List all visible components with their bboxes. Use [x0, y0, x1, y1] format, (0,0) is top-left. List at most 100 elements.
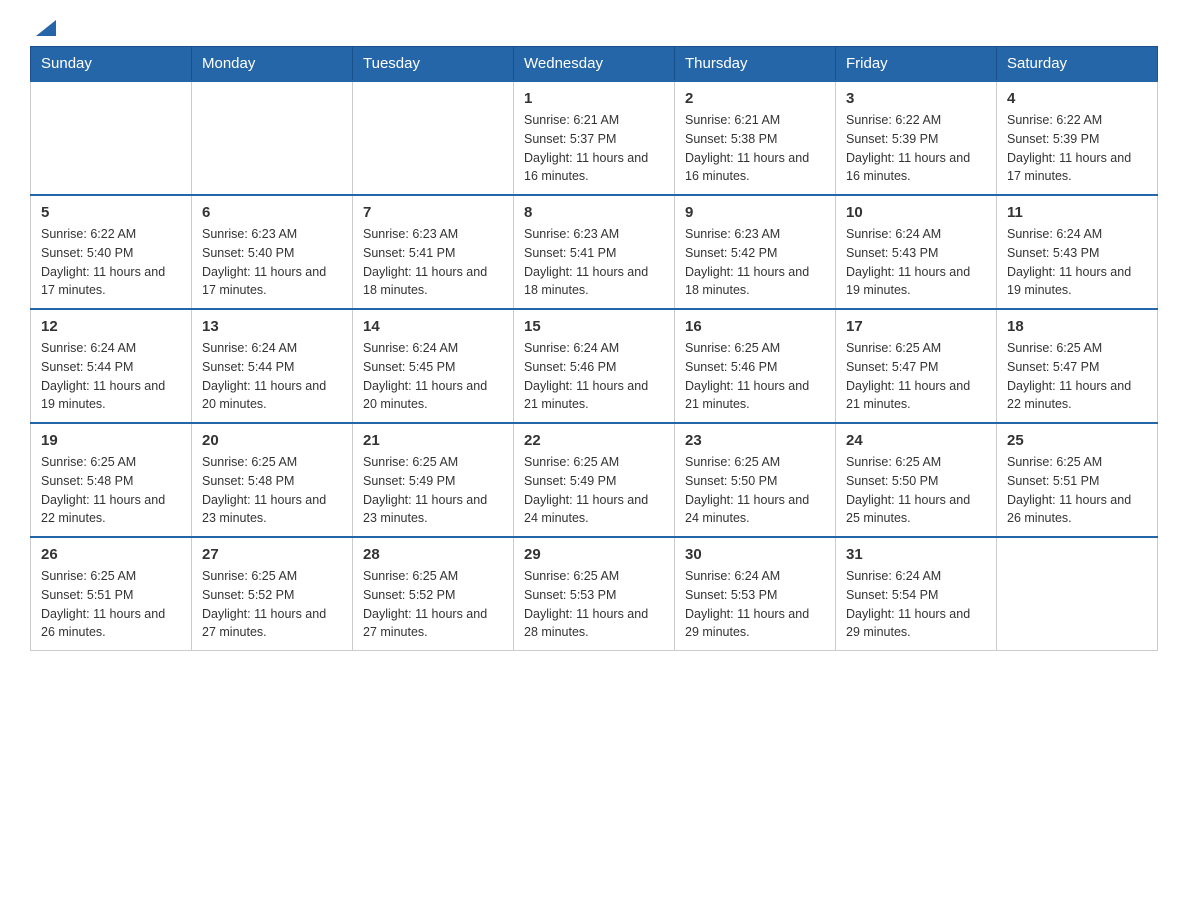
day-number: 6 — [202, 204, 342, 221]
calendar-cell: 30 Sunrise: 6:24 AM Sunset: 5:53 PM Dayli… — [675, 537, 836, 651]
day-info: Sunrise: 6:25 AM Sunset: 5:51 PM Dayligh… — [1007, 453, 1147, 528]
day-info: Sunrise: 6:24 AM Sunset: 5:43 PM Dayligh… — [846, 225, 986, 300]
day-number: 24 — [846, 432, 986, 449]
day-number: 30 — [685, 546, 825, 563]
day-number: 19 — [41, 432, 181, 449]
day-info: Sunrise: 6:25 AM Sunset: 5:48 PM Dayligh… — [202, 453, 342, 528]
calendar-header: SundayMondayTuesdayWednesdayThursdayFrid… — [31, 47, 1158, 82]
day-number: 17 — [846, 318, 986, 335]
logo — [30, 20, 60, 36]
day-info: Sunrise: 6:25 AM Sunset: 5:49 PM Dayligh… — [524, 453, 664, 528]
calendar-cell: 7 Sunrise: 6:23 AM Sunset: 5:41 PM Daylig… — [353, 195, 514, 309]
calendar-week-5: 26 Sunrise: 6:25 AM Sunset: 5:51 PM Dayli… — [31, 537, 1158, 651]
calendar-cell: 2Sunrise: 6:21 AM Sunset: 5:38 PM Daylig… — [675, 81, 836, 195]
calendar-cell: 4Sunrise: 6:22 AM Sunset: 5:39 PM Daylig… — [997, 81, 1158, 195]
day-number: 14 — [363, 318, 503, 335]
day-info: Sunrise: 6:25 AM Sunset: 5:53 PM Dayligh… — [524, 567, 664, 642]
day-info: Sunrise: 6:24 AM Sunset: 5:44 PM Dayligh… — [41, 339, 181, 414]
day-number: 23 — [685, 432, 825, 449]
weekday-header-thursday: Thursday — [675, 47, 836, 82]
calendar-week-4: 19 Sunrise: 6:25 AM Sunset: 5:48 PM Dayli… — [31, 423, 1158, 537]
calendar-cell: 3Sunrise: 6:22 AM Sunset: 5:39 PM Daylig… — [836, 81, 997, 195]
calendar-cell: 1 Sunrise: 6:21 AM Sunset: 5:37 PM Daylig… — [514, 81, 675, 195]
day-info: Sunrise: 6:24 AM Sunset: 5:54 PM Dayligh… — [846, 567, 986, 642]
day-info: Sunrise: 6:24 AM Sunset: 5:43 PM Dayligh… — [1007, 225, 1147, 300]
calendar-cell: 8 Sunrise: 6:23 AM Sunset: 5:41 PM Daylig… — [514, 195, 675, 309]
day-number: 28 — [363, 546, 503, 563]
day-info: Sunrise: 6:25 AM Sunset: 5:49 PM Dayligh… — [363, 453, 503, 528]
calendar-cell: 9 Sunrise: 6:23 AM Sunset: 5:42 PM Daylig… — [675, 195, 836, 309]
calendar-cell: 20 Sunrise: 6:25 AM Sunset: 5:48 PM Dayli… — [192, 423, 353, 537]
calendar-cell: 10 Sunrise: 6:24 AM Sunset: 5:43 PM Dayli… — [836, 195, 997, 309]
day-info: Sunrise: 6:25 AM Sunset: 5:51 PM Dayligh… — [41, 567, 181, 642]
day-info: Sunrise: 6:24 AM Sunset: 5:44 PM Dayligh… — [202, 339, 342, 414]
day-info: Sunrise: 6:24 AM Sunset: 5:53 PM Dayligh… — [685, 567, 825, 642]
calendar-week-3: 12 Sunrise: 6:24 AM Sunset: 5:44 PM Dayli… — [31, 309, 1158, 423]
day-number: 7 — [363, 204, 503, 221]
calendar-cell: 16Sunrise: 6:25 AM Sunset: 5:46 PM Dayli… — [675, 309, 836, 423]
day-info: Sunrise: 6:25 AM Sunset: 5:48 PM Dayligh… — [41, 453, 181, 528]
calendar-cell: 17 Sunrise: 6:25 AM Sunset: 5:47 PM Dayli… — [836, 309, 997, 423]
day-number: 22 — [524, 432, 664, 449]
weekday-header-saturday: Saturday — [997, 47, 1158, 82]
day-info: Sunrise: 6:22 AM Sunset: 5:39 PM Dayligh… — [846, 111, 986, 186]
calendar-cell: 26 Sunrise: 6:25 AM Sunset: 5:51 PM Dayli… — [31, 537, 192, 651]
calendar-cell: 23 Sunrise: 6:25 AM Sunset: 5:50 PM Dayli… — [675, 423, 836, 537]
calendar-table: SundayMondayTuesdayWednesdayThursdayFrid… — [30, 46, 1158, 651]
calendar-cell: 19 Sunrise: 6:25 AM Sunset: 5:48 PM Dayli… — [31, 423, 192, 537]
day-number: 5 — [41, 204, 181, 221]
calendar-cell — [997, 537, 1158, 651]
day-number: 26 — [41, 546, 181, 563]
day-info: Sunrise: 6:23 AM Sunset: 5:42 PM Dayligh… — [685, 225, 825, 300]
day-info: Sunrise: 6:25 AM Sunset: 5:52 PM Dayligh… — [363, 567, 503, 642]
day-number: 1 — [524, 90, 664, 107]
day-info: Sunrise: 6:24 AM Sunset: 5:45 PM Dayligh… — [363, 339, 503, 414]
day-info: Sunrise: 6:22 AM Sunset: 5:40 PM Dayligh… — [41, 225, 181, 300]
day-number: 20 — [202, 432, 342, 449]
day-info: Sunrise: 6:25 AM Sunset: 5:47 PM Dayligh… — [846, 339, 986, 414]
calendar-cell: 18Sunrise: 6:25 AM Sunset: 5:47 PM Dayli… — [997, 309, 1158, 423]
day-info: Sunrise: 6:25 AM Sunset: 5:52 PM Dayligh… — [202, 567, 342, 642]
day-info: Sunrise: 6:23 AM Sunset: 5:40 PM Dayligh… — [202, 225, 342, 300]
day-info: Sunrise: 6:25 AM Sunset: 5:50 PM Dayligh… — [846, 453, 986, 528]
weekday-header-monday: Monday — [192, 47, 353, 82]
day-number: 27 — [202, 546, 342, 563]
calendar-cell: 28 Sunrise: 6:25 AM Sunset: 5:52 PM Dayli… — [353, 537, 514, 651]
calendar-body: 1 Sunrise: 6:21 AM Sunset: 5:37 PM Daylig… — [31, 81, 1158, 651]
logo-triangle-icon — [36, 20, 56, 36]
day-info: Sunrise: 6:25 AM Sunset: 5:50 PM Dayligh… — [685, 453, 825, 528]
day-number: 18 — [1007, 318, 1147, 335]
weekday-header-tuesday: Tuesday — [353, 47, 514, 82]
day-number: 2 — [685, 90, 825, 107]
day-info: Sunrise: 6:24 AM Sunset: 5:46 PM Dayligh… — [524, 339, 664, 414]
day-number: 8 — [524, 204, 664, 221]
calendar-cell: 27 Sunrise: 6:25 AM Sunset: 5:52 PM Dayli… — [192, 537, 353, 651]
calendar-cell: 5 Sunrise: 6:22 AM Sunset: 5:40 PM Daylig… — [31, 195, 192, 309]
calendar-cell: 21Sunrise: 6:25 AM Sunset: 5:49 PM Dayli… — [353, 423, 514, 537]
calendar-cell — [31, 81, 192, 195]
day-number: 15 — [524, 318, 664, 335]
calendar-cell: 15 Sunrise: 6:24 AM Sunset: 5:46 PM Dayli… — [514, 309, 675, 423]
calendar-week-2: 5 Sunrise: 6:22 AM Sunset: 5:40 PM Daylig… — [31, 195, 1158, 309]
calendar-cell: 12 Sunrise: 6:24 AM Sunset: 5:44 PM Dayli… — [31, 309, 192, 423]
calendar-cell: 22 Sunrise: 6:25 AM Sunset: 5:49 PM Dayli… — [514, 423, 675, 537]
calendar-cell — [192, 81, 353, 195]
day-info: Sunrise: 6:23 AM Sunset: 5:41 PM Dayligh… — [524, 225, 664, 300]
calendar-cell: 31Sunrise: 6:24 AM Sunset: 5:54 PM Dayli… — [836, 537, 997, 651]
day-info: Sunrise: 6:23 AM Sunset: 5:41 PM Dayligh… — [363, 225, 503, 300]
day-number: 16 — [685, 318, 825, 335]
day-number: 13 — [202, 318, 342, 335]
weekday-header-sunday: Sunday — [31, 47, 192, 82]
weekday-header-row: SundayMondayTuesdayWednesdayThursdayFrid… — [31, 47, 1158, 82]
weekday-header-wednesday: Wednesday — [514, 47, 675, 82]
calendar-cell: 13 Sunrise: 6:24 AM Sunset: 5:44 PM Dayli… — [192, 309, 353, 423]
day-number: 12 — [41, 318, 181, 335]
day-number: 10 — [846, 204, 986, 221]
day-info: Sunrise: 6:21 AM Sunset: 5:37 PM Dayligh… — [524, 111, 664, 186]
page-header — [30, 20, 1158, 36]
calendar-cell: 24 Sunrise: 6:25 AM Sunset: 5:50 PM Dayli… — [836, 423, 997, 537]
day-number: 11 — [1007, 204, 1147, 221]
calendar-cell: 11 Sunrise: 6:24 AM Sunset: 5:43 PM Dayli… — [997, 195, 1158, 309]
calendar-cell: 6 Sunrise: 6:23 AM Sunset: 5:40 PM Daylig… — [192, 195, 353, 309]
day-number: 9 — [685, 204, 825, 221]
